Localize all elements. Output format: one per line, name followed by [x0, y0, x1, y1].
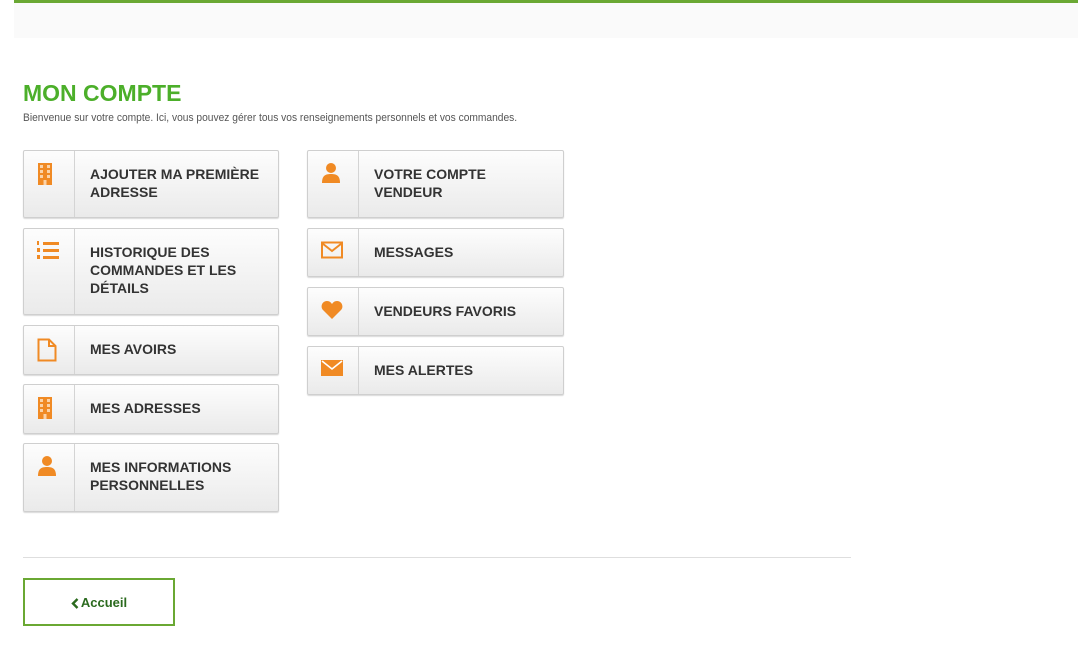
- tile-icon-cell: [308, 288, 359, 335]
- home-button-label: Accueil: [80, 595, 128, 610]
- tile-icon-cell: [308, 229, 359, 276]
- tile-label: MES AVOIRS: [90, 341, 177, 357]
- chevron-left-icon: [71, 598, 79, 609]
- tile-add-first-address[interactable]: AJOUTER MA PREMIÈRE ADRESSE: [23, 150, 279, 218]
- tile-icon-cell: [24, 151, 75, 217]
- tile-personal-info[interactable]: MES INFORMATIONS PERSONNELLES: [23, 443, 279, 512]
- top-bar: [0, 0, 1078, 38]
- tile-messages[interactable]: MESSAGES: [307, 228, 564, 277]
- building-icon: [38, 163, 52, 185]
- tile-icon-cell: [308, 347, 359, 394]
- tile-my-alerts[interactable]: MES ALERTES: [307, 346, 564, 395]
- tile-icon-cell: [24, 385, 75, 433]
- tile-order-history[interactable]: HISTORIQUE DES COMMANDES ET LES DÉTAILS: [23, 228, 279, 315]
- tile-credit-slips[interactable]: MES AVOIRS: [23, 325, 279, 375]
- building-icon: [38, 397, 52, 419]
- top-bar-strip: [0, 0, 14, 38]
- envelope-filled-icon: [321, 360, 343, 376]
- tile-label: AJOUTER MA PREMIÈRE ADRESSE: [90, 166, 260, 200]
- tile-label: VOTRE COMPTE VENDEUR: [374, 166, 487, 200]
- page-title: MON COMPTE: [23, 80, 182, 106]
- tile-icon-cell: [24, 229, 75, 314]
- page-subtitle: Bienvenue sur votre compte. Ici, vous po…: [23, 112, 518, 124]
- envelope-outline-icon: [321, 241, 343, 259]
- tile-seller-account[interactable]: VOTRE COMPTE VENDEUR: [307, 150, 564, 218]
- tile-my-addresses[interactable]: MES ADRESSES: [23, 384, 279, 434]
- user-icon: [322, 163, 340, 183]
- user-icon: [38, 456, 56, 476]
- tile-label: MES ALERTES: [374, 362, 474, 378]
- tile-label: MES INFORMATIONS PERSONNELLES: [90, 459, 232, 493]
- tile-label: MES ADRESSES: [90, 400, 201, 416]
- tile-label: MESSAGES: [374, 244, 454, 260]
- home-button[interactable]: Accueil: [23, 578, 175, 626]
- tile-label: HISTORIQUE DES COMMANDES ET LES DÉTAILS: [90, 244, 237, 296]
- home-button-content: Accueil: [25, 595, 173, 610]
- tile-label: VENDEURS FAVORIS: [374, 303, 517, 319]
- tile-icon-cell: [308, 151, 359, 217]
- ordered-list-icon: [37, 241, 59, 259]
- footer-divider: [23, 557, 851, 558]
- tile-icon-cell: [24, 444, 75, 511]
- heart-icon: [321, 301, 343, 319]
- tile-favorite-sellers[interactable]: VENDEURS FAVORIS: [307, 287, 564, 336]
- document-icon: [37, 338, 57, 362]
- tile-icon-cell: [24, 326, 75, 374]
